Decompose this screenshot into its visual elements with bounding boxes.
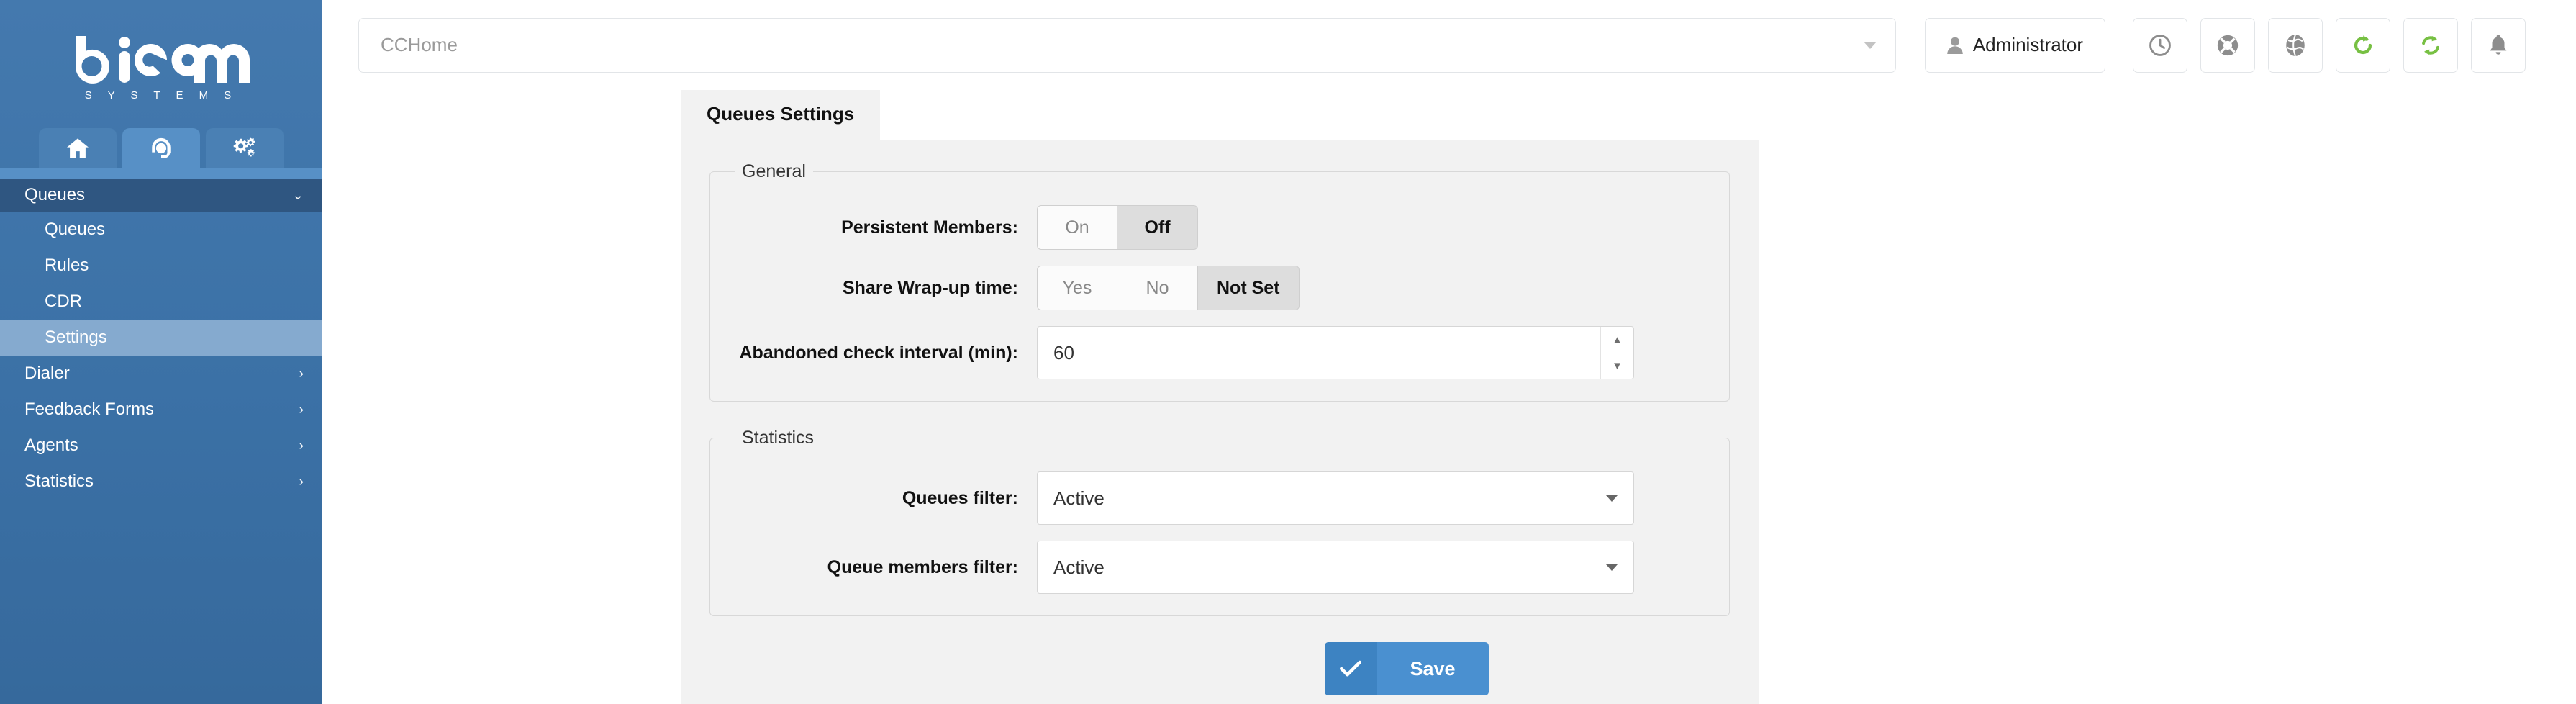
row-queues-filter: Queues filter: Active: [735, 471, 1705, 525]
clock-button[interactable]: [2133, 17, 2187, 73]
app-window: S Y S T E M S Queues ⌄ Queues Rules CDR …: [0, 0, 2576, 704]
queues-filter-value: Active: [1053, 487, 1105, 509]
row-persistent-members: Persistent Members: On Off: [735, 205, 1705, 250]
persistent-members-option-on[interactable]: On: [1037, 205, 1117, 250]
headset-icon: [152, 137, 171, 158]
topbar: CCHome Administrator: [322, 0, 2576, 90]
sidebar-item-label: Dialer: [24, 364, 70, 383]
persistent-members-option-off[interactable]: Off: [1117, 205, 1198, 250]
globe-icon: [2286, 34, 2305, 56]
statistics-legend: Statistics: [742, 428, 815, 448]
share-wrapup-option-no[interactable]: No: [1117, 266, 1198, 310]
sidebar-item-queues[interactable]: Queues: [0, 212, 322, 248]
chevron-right-icon: ›: [299, 402, 304, 418]
share-wrapup-option-not-set[interactable]: Not Set: [1198, 266, 1300, 310]
queues-filter-label: Queues filter:: [902, 487, 1018, 508]
user-icon: [1947, 37, 1963, 54]
user-menu-button[interactable]: Administrator: [1924, 17, 2105, 73]
general-fieldset: General Persistent Members: On Off Share…: [709, 161, 1730, 402]
queue-members-filter-select[interactable]: Active: [1037, 541, 1634, 594]
chevron-right-icon: ›: [299, 366, 304, 382]
stepper-down-icon[interactable]: ▼: [1601, 353, 1633, 379]
chevron-right-icon: ›: [299, 474, 304, 489]
module-tab-home[interactable]: [39, 128, 117, 168]
support-button[interactable]: [2200, 17, 2255, 73]
sidebar-item-agents[interactable]: Agents ›: [0, 428, 322, 464]
general-legend: General: [742, 161, 806, 181]
abandoned-interval-label: Abandoned check interval (min):: [739, 342, 1018, 363]
context-select[interactable]: CCHome: [358, 17, 1896, 73]
stepper-arrows: ▲ ▼: [1600, 327, 1633, 379]
chevron-down-icon: ⌄: [292, 187, 304, 203]
sidebar-item-label: Rules: [45, 256, 89, 275]
statistics-fieldset: Statistics Queues filter: Active Queue m…: [709, 428, 1730, 616]
clock-icon: [2149, 34, 2171, 56]
sidebar: S Y S T E M S Queues ⌄ Queues Rules CDR …: [0, 0, 322, 704]
queues-filter-select[interactable]: Active: [1037, 471, 1634, 525]
chevron-down-icon: [1606, 564, 1618, 571]
sidebar-group-queues[interactable]: Queues ⌄: [0, 179, 322, 212]
brand-logo[interactable]: S Y S T E M S: [0, 0, 322, 124]
sidebar-item-feedback-forms[interactable]: Feedback Forms ›: [0, 392, 322, 428]
sidebar-item-rules[interactable]: Rules: [0, 248, 322, 284]
notifications-button[interactable]: [2471, 17, 2526, 73]
reload-icon: [2354, 35, 2372, 54]
reload-button[interactable]: [2336, 17, 2390, 73]
page-tabs: Queues Settings: [681, 90, 2576, 140]
sidebar-item-statistics[interactable]: Statistics ›: [0, 464, 322, 500]
row-queue-members-filter: Queue members filter: Active: [735, 541, 1705, 594]
queue-members-filter-label: Queue members filter:: [827, 556, 1018, 577]
check-glyph: [1340, 660, 1362, 677]
share-wrapup-toggle: Yes No Not Set: [1037, 266, 1300, 310]
bell-icon: [2490, 34, 2507, 55]
sidebar-item-label: Queues: [45, 220, 106, 239]
user-menu-label: Administrator: [1972, 34, 2083, 55]
save-button-label: Save: [1377, 642, 1489, 695]
row-abandoned-interval: Abandoned check interval (min): 60 ▲ ▼: [735, 326, 1705, 379]
stepper-up-icon[interactable]: ▲: [1601, 327, 1633, 353]
sidebar-item-label: Settings: [45, 328, 107, 347]
form-actions: Save: [709, 642, 1730, 695]
chevron-down-icon: [1606, 495, 1618, 502]
cogs-icon: [233, 137, 255, 157]
sidebar-item-label: Statistics: [24, 471, 94, 491]
abandoned-interval-value[interactable]: 60: [1038, 327, 1600, 379]
sidebar-item-label: Agents: [24, 436, 78, 455]
row-share-wrapup: Share Wrap-up time: Yes No Not Set: [735, 266, 1705, 310]
main-area: CCHome Administrator Queues Settings Gen…: [322, 0, 2576, 704]
persistent-members-label: Persistent Members:: [841, 217, 1018, 238]
check-icon: [1325, 642, 1377, 695]
context-select-value: CCHome: [381, 34, 458, 55]
sidebar-menu: Queues ⌄ Queues Rules CDR Settings Diale…: [0, 179, 322, 500]
abandoned-interval-stepper[interactable]: 60 ▲ ▼: [1037, 326, 1634, 379]
home-icon: [67, 138, 89, 158]
chevron-right-icon: ›: [299, 438, 304, 453]
share-wrapup-label: Share Wrap-up time:: [842, 277, 1018, 298]
tabs-underline: [0, 168, 322, 179]
sidebar-item-settings[interactable]: Settings: [0, 320, 322, 356]
queue-members-filter-value: Active: [1053, 556, 1105, 578]
chevron-down-icon: [1863, 41, 1877, 49]
bicom-logo-icon: [76, 35, 250, 84]
brand-subtitle: S Y S T E M S: [84, 89, 238, 101]
persistent-members-toggle: On Off: [1037, 205, 1198, 250]
sidebar-item-label: Feedback Forms: [24, 400, 155, 419]
sync-icon: [2422, 35, 2439, 55]
sidebar-item-cdr[interactable]: CDR: [0, 284, 322, 320]
share-wrapup-option-yes[interactable]: Yes: [1037, 266, 1117, 310]
language-button[interactable]: [2268, 17, 2323, 73]
sidebar-item-label: CDR: [45, 292, 82, 311]
tab-queues-settings[interactable]: Queues Settings: [681, 90, 881, 140]
module-tab-settings[interactable]: [206, 128, 284, 168]
module-tab-contact-center[interactable]: [122, 128, 200, 168]
sidebar-group-label: Queues: [24, 185, 86, 204]
lifering-icon: [2217, 35, 2239, 55]
topbar-icon-buttons: [2133, 17, 2526, 73]
save-button[interactable]: Save: [1325, 642, 1489, 695]
sidebar-module-tabs: [0, 124, 322, 168]
sidebar-item-dialer[interactable]: Dialer ›: [0, 356, 322, 392]
sync-button[interactable]: [2403, 17, 2458, 73]
settings-panel: General Persistent Members: On Off Share…: [681, 140, 1759, 704]
